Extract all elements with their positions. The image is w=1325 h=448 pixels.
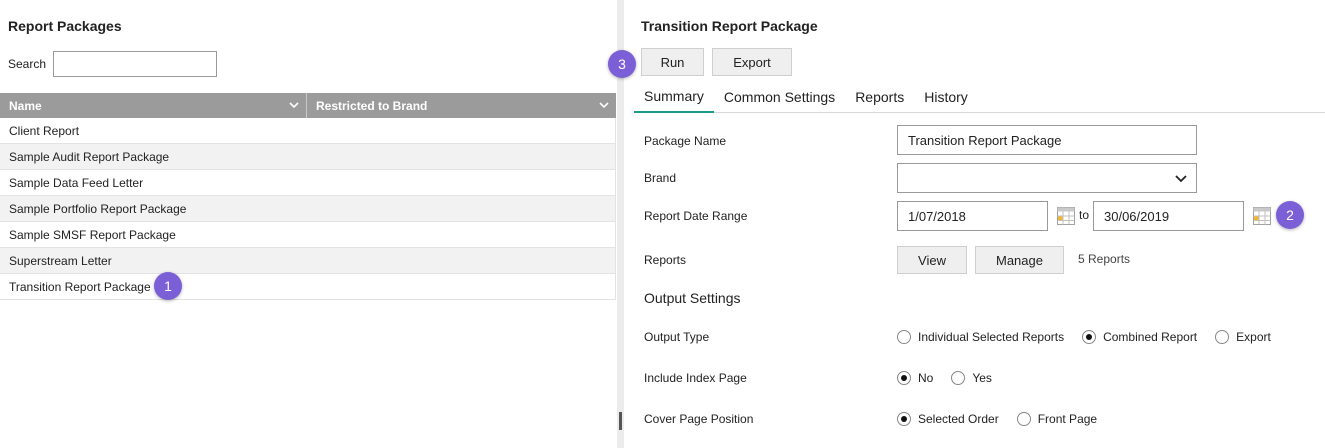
run-button[interactable]: Run <box>641 48 704 76</box>
radio-label: Combined Report <box>1103 330 1198 344</box>
package-title: Transition Report Package <box>641 18 818 34</box>
output-settings-title: Output Settings <box>644 290 741 306</box>
date-range-label: Report Date Range <box>644 209 748 223</box>
radio-label: Yes <box>972 371 992 385</box>
packages-grid: Name Restricted to Brand Client Report S… <box>0 93 616 300</box>
table-row[interactable]: Sample Portfolio Report Package <box>0 196 616 222</box>
radio-label: Export <box>1236 330 1271 344</box>
package-name-input[interactable]: Transition Report Package <box>897 125 1197 155</box>
package-tabs: Summary Common Settings Reports History <box>634 86 1325 113</box>
grid-header: Name Restricted to Brand <box>0 93 616 118</box>
tab-history[interactable]: History <box>914 86 978 113</box>
radio-button[interactable] <box>1016 412 1031 426</box>
output-type-option-export[interactable]: Export <box>1215 330 1271 344</box>
radio-label: Selected Order <box>918 412 999 426</box>
index-page-option-no[interactable]: No <box>897 371 933 385</box>
radio-button[interactable] <box>951 371 966 385</box>
step-badge-1: 1 <box>154 272 182 300</box>
tab-reports[interactable]: Reports <box>845 86 914 113</box>
table-row[interactable]: Client Report <box>0 118 616 144</box>
table-row[interactable]: Sample Audit Report Package <box>0 144 616 170</box>
splitter-grip-icon[interactable] <box>619 412 622 430</box>
chevron-down-icon[interactable] <box>288 99 300 111</box>
output-type-option-combined[interactable]: Combined Report <box>1082 330 1197 344</box>
radio-label: Individual Selected Reports <box>918 330 1065 344</box>
tab-summary[interactable]: Summary <box>634 86 714 113</box>
view-reports-button[interactable]: View <box>897 246 967 274</box>
output-type-label: Output Type <box>644 330 710 344</box>
brand-label: Brand <box>644 171 677 185</box>
column-header-name[interactable]: Name <box>0 93 307 118</box>
cover-page-radio-group: Selected Order Front Page <box>897 412 1115 426</box>
reports-count: 5 Reports <box>1078 252 1131 266</box>
step-badge-2: 2 <box>1276 201 1304 229</box>
output-type-option-individual[interactable]: Individual Selected Reports <box>897 330 1064 344</box>
report-packages-pane: Report Packages Search Name Restricted t… <box>0 0 617 448</box>
reports-label: Reports <box>644 253 687 267</box>
radio-label: Front Page <box>1037 412 1098 426</box>
table-row-selected[interactable]: Transition Report Package <box>0 274 616 300</box>
index-page-radio-group: No Yes <box>897 371 1010 385</box>
cover-page-label: Cover Page Position <box>644 412 754 426</box>
pane-title: Report Packages <box>8 18 122 34</box>
radio-button-selected[interactable] <box>897 371 911 385</box>
export-button[interactable]: Export <box>712 48 792 76</box>
index-page-label: Include Index Page <box>644 371 747 385</box>
chevron-down-icon <box>1175 175 1187 183</box>
cover-page-option-front-page[interactable]: Front Page <box>1016 412 1098 426</box>
column-header-label: Name <box>9 98 42 113</box>
radio-button[interactable] <box>897 330 911 344</box>
tab-common-settings[interactable]: Common Settings <box>714 86 845 113</box>
table-row[interactable]: Sample SMSF Report Package <box>0 222 616 248</box>
table-row[interactable]: Sample Data Feed Letter <box>0 170 616 196</box>
manage-reports-button[interactable]: Manage <box>975 246 1064 274</box>
chevron-down-icon[interactable] <box>598 99 610 111</box>
search-label: Search <box>8 57 47 71</box>
date-to-input[interactable]: 30/06/2019 <box>1093 201 1244 231</box>
column-header-label: Restricted to Brand <box>316 98 428 113</box>
radio-button[interactable] <box>1215 330 1230 344</box>
package-name-label: Package Name <box>644 134 727 148</box>
radio-button-selected[interactable] <box>897 412 911 426</box>
search-input[interactable] <box>53 51 217 77</box>
brand-select[interactable] <box>897 163 1197 193</box>
calendar-icon[interactable] <box>1253 207 1271 225</box>
radio-label: No <box>918 371 934 385</box>
output-type-radio-group: Individual Selected Reports Combined Rep… <box>897 330 1289 344</box>
cover-page-option-selected-order[interactable]: Selected Order <box>897 412 999 426</box>
column-header-restricted-brand[interactable]: Restricted to Brand <box>307 93 616 118</box>
calendar-icon[interactable] <box>1057 207 1075 225</box>
step-badge-3: 3 <box>608 50 636 78</box>
radio-button-selected[interactable] <box>1082 330 1097 344</box>
date-range-separator: to <box>1079 208 1090 222</box>
date-from-input[interactable]: 1/07/2018 <box>897 201 1048 231</box>
table-row[interactable]: Superstream Letter <box>0 248 616 274</box>
index-page-option-yes[interactable]: Yes <box>951 371 992 385</box>
